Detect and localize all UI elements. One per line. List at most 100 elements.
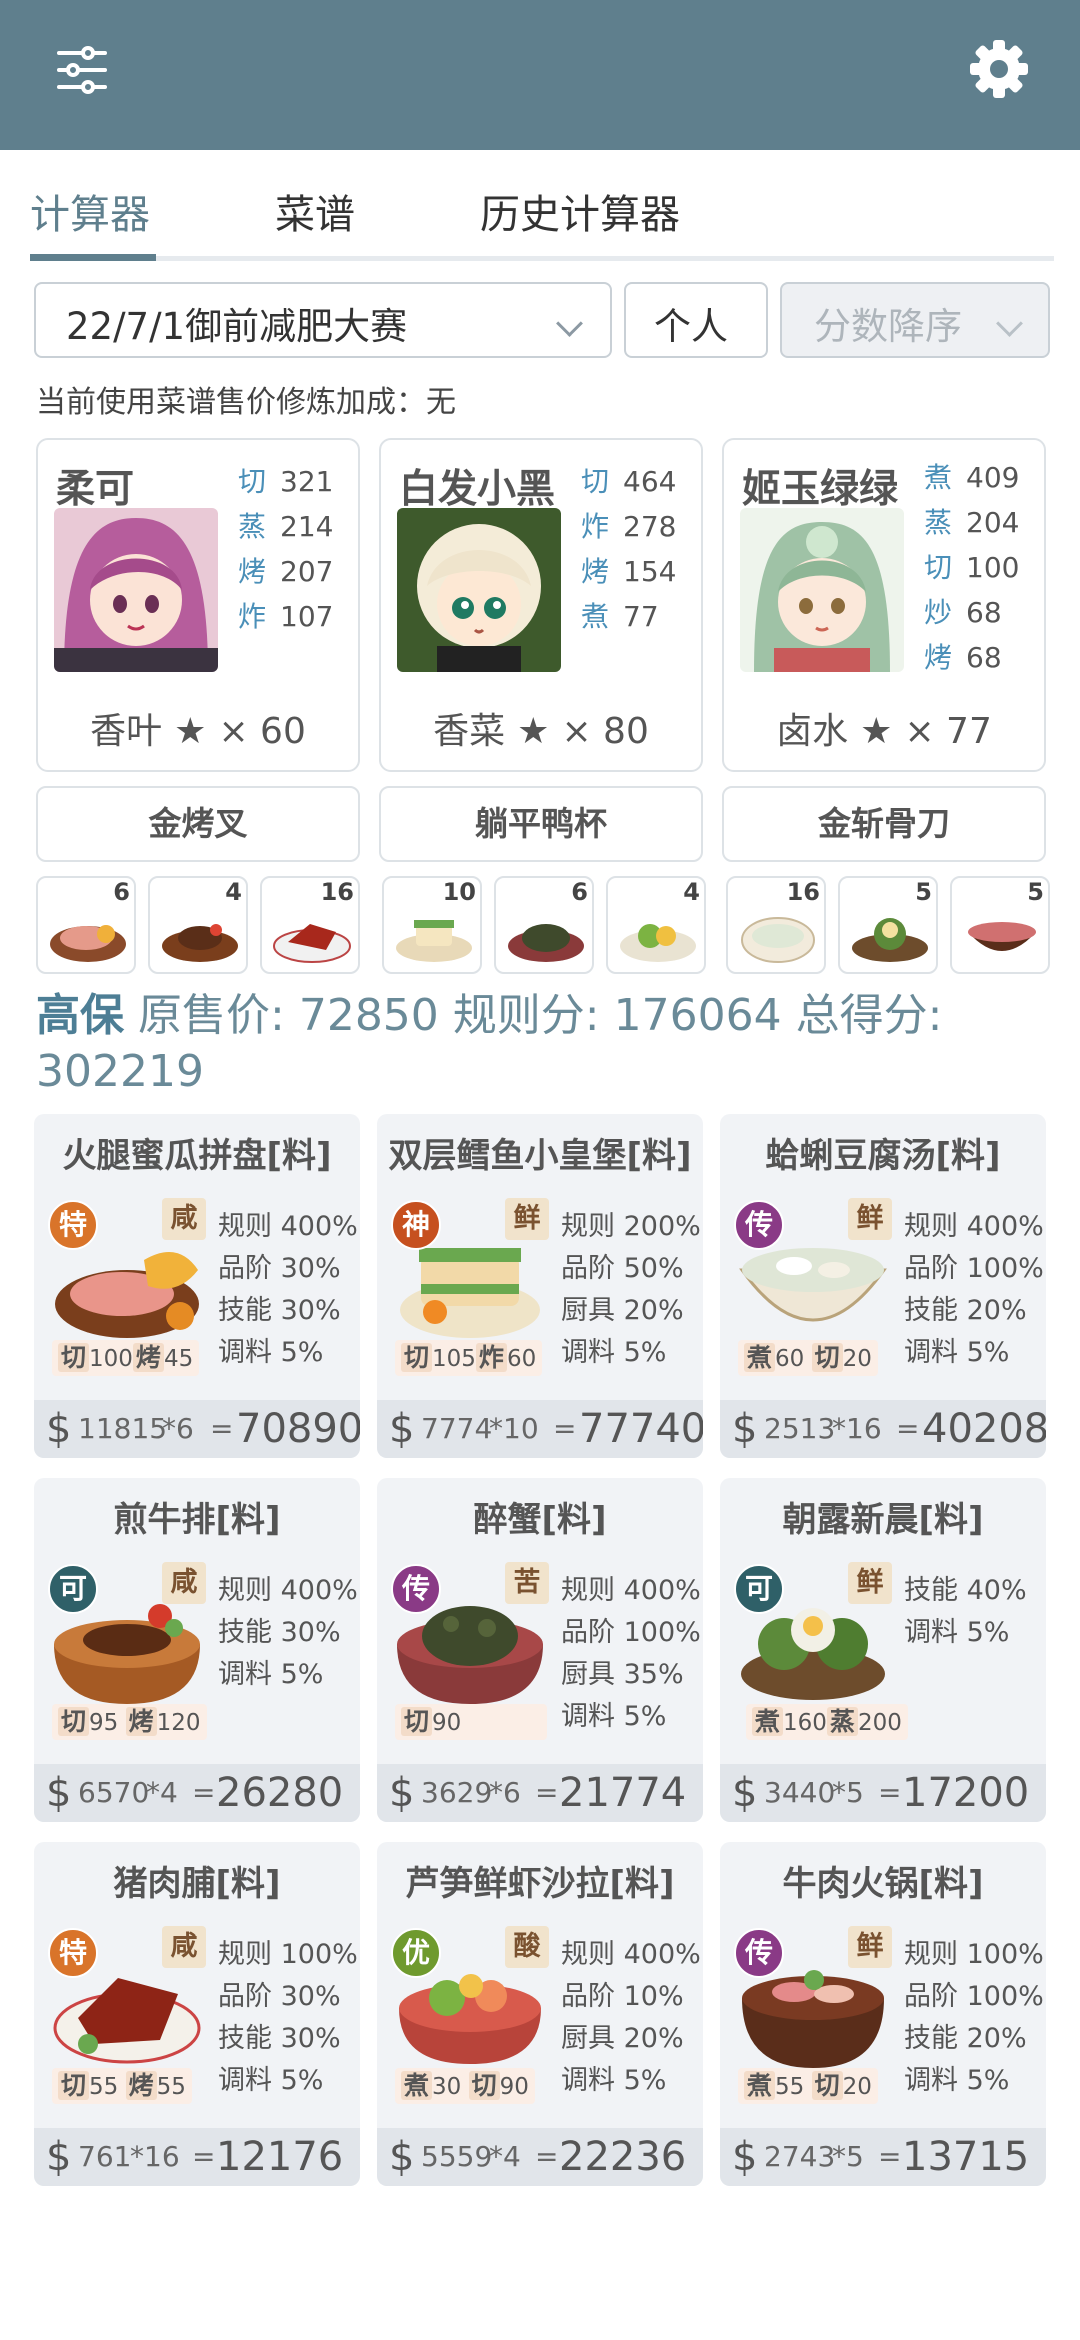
price-bar: $ 3440 *5 = 17200 [720, 1764, 1046, 1822]
recipe-name: 牛肉火锅[料] [782, 1864, 984, 1904]
chef-skill: 煮 77 [581, 600, 659, 633]
rarity-badge: 传 [734, 1928, 784, 1978]
flavor-tag: 鲜 [505, 1198, 549, 1240]
tool-button[interactable]: 金斩骨刀 [722, 786, 1046, 862]
chef-skill: 炒 68 [924, 596, 1002, 629]
bonus-line: 规则 400% [218, 1211, 358, 1242]
bonus-line: 品阶 10% [561, 1981, 684, 2012]
dish-thumb[interactable]: 4 [606, 876, 706, 974]
bonus-line: 调料 5% [218, 1337, 324, 1368]
dollar-icon: $ [389, 1770, 415, 1816]
flavor-tag: 咸 [162, 1926, 206, 1968]
mode-button-label: 个人 [654, 305, 728, 348]
tool-button[interactable]: 躺平鸭杯 [379, 786, 703, 862]
dish-thumb[interactable]: 5 [950, 876, 1050, 974]
tab-history-calculator[interactable]: 历史计算器 [480, 182, 680, 240]
tab-indicator [30, 254, 156, 261]
bonus-line: 调料 5% [218, 2065, 324, 2096]
dollar-icon: $ [46, 2134, 72, 2180]
contest-select[interactable]: 22/7/1御前减肥大赛 [34, 282, 612, 358]
equals-sign: = [878, 2140, 902, 2173]
score-chef: 高保 [36, 990, 124, 1041]
recipe-name: 蛤蜊豆腐汤[料] [765, 1136, 1001, 1176]
recipe-card[interactable]: 煎牛排[料] 可 咸 规则 400% 技能 30% 调料 5% 切 95 烤 120… [34, 1478, 360, 1822]
bonus-line: 调料 5% [904, 1337, 1010, 1368]
mode-button[interactable]: 个人 [624, 282, 768, 358]
chef-card[interactable]: 姬玉绿绿 煮 409 蒸 204 切 100 炒 68 烤 68 卤水 ★ × 77 [722, 438, 1046, 772]
chef-skill: 烤 207 [238, 555, 334, 588]
equals-sign: = [535, 2140, 559, 2173]
bonus-line: 厨具 35% [561, 1659, 684, 1690]
rarity-badge: 传 [734, 1200, 784, 1250]
recipe-name: 猪肉脯[料] [113, 1864, 281, 1904]
chevron-down-icon [996, 310, 1023, 337]
recipe-card[interactable]: 牛肉火锅[料] 传 鲜 规则 100% 品阶 100% 技能 20% 调料 5%… [720, 1842, 1046, 2186]
equals-sign: = [896, 1412, 920, 1445]
chef-skill: 切 321 [238, 465, 334, 498]
bonus-line: 技能 30% [218, 1617, 341, 1648]
rarity-badge: 特 [48, 1928, 98, 1978]
bonus-line: 规则 100% [904, 1939, 1044, 1970]
bonus-line: 品阶 100% [904, 1981, 1044, 2012]
dish-thumb[interactable]: 6 [494, 876, 594, 974]
bonus-line: 厨具 20% [561, 2023, 684, 2054]
dish-thumb[interactable]: 6 [36, 876, 136, 974]
recipe-card[interactable]: 双层鳕鱼小皇堡[料] 神 鲜 规则 200% 品阶 50% 厨具 20% 调料 … [377, 1114, 703, 1458]
sliders-icon[interactable] [56, 44, 108, 96]
bonus-line: 技能 30% [218, 2023, 341, 2054]
dollar-icon: $ [732, 1406, 758, 1452]
bonus-line: 调料 5% [904, 1617, 1010, 1648]
bonus-line: 品阶 100% [904, 1253, 1044, 1284]
bonus-line: 品阶 100% [561, 1617, 701, 1648]
chef-card[interactable]: 柔可 切 321 蒸 214 烤 207 炸 107 香叶 ★ × 60 [36, 438, 360, 772]
gear-icon[interactable] [968, 38, 1030, 100]
recipe-card[interactable]: 蛤蜊豆腐汤[料] 传 鲜 规则 400% 品阶 100% 技能 20% 调料 5… [720, 1114, 1046, 1458]
chef-avatar [740, 508, 904, 672]
recipe-total: 26280 [216, 1770, 344, 1816]
chef-condiment: 卤水 ★ × 77 [776, 711, 992, 752]
dollar-icon: $ [46, 1770, 72, 1816]
chef-card[interactable]: 白发小黑 切 464 炸 278 烤 154 煮 77 香菜 ★ × 80 [379, 438, 703, 772]
chef-skill: 蒸 214 [238, 510, 334, 543]
bonus-line: 品阶 30% [218, 1253, 341, 1284]
dish-thumb[interactable]: 16 [726, 876, 826, 974]
recipe-total: 22236 [559, 2134, 687, 2180]
chef-skill: 烤 154 [581, 555, 677, 588]
recipe-name: 火腿蜜瓜拼盘[料] [62, 1136, 332, 1176]
skill-requirement: 切 95 烤 120 [52, 1704, 207, 1740]
recipe-card[interactable]: 醉蟹[料] 传 苦 规则 400% 品阶 100% 厨具 35% 调料 5% 切… [377, 1478, 703, 1822]
dish-thumb[interactable]: 5 [838, 876, 938, 974]
price-bar: $ 761 *16 = 12176 [34, 2128, 360, 2186]
bonus-line: 调料 5% [561, 2065, 667, 2096]
price-bar: $ 3629 *6 = 21774 [377, 1764, 703, 1822]
dollar-icon: $ [46, 1406, 72, 1452]
sort-select[interactable]: 分数降序 [780, 282, 1050, 358]
recipe-card[interactable]: 芦笋鲜虾沙拉[料] 优 酸 规则 400% 品阶 10% 厨具 20% 调料 5… [377, 1842, 703, 2186]
chef-skill: 炸 107 [238, 600, 334, 633]
recipe-card[interactable]: 猪肉脯[料] 特 咸 规则 100% 品阶 30% 技能 30% 调料 5% 切… [34, 1842, 360, 2186]
score-summary: 高保 原售价: 72850 规则分: 176064 总得分: 302219 [36, 990, 943, 1097]
flavor-tag: 酸 [505, 1926, 549, 1968]
skill-requirement: 切 90 [395, 1704, 547, 1740]
recipe-total: 21774 [559, 1770, 687, 1816]
dish-thumb[interactable]: 10 [382, 876, 482, 974]
tab-recipes[interactable]: 菜谱 [275, 182, 355, 240]
recipe-total: 17200 [902, 1770, 1030, 1816]
flavor-tag: 鲜 [848, 1926, 892, 1968]
bonus-line: 技能 30% [218, 1295, 341, 1326]
dish-thumb[interactable]: 16 [260, 876, 360, 974]
star-icon: ★ [860, 711, 893, 752]
chef-name: 白发小黑 [399, 467, 556, 512]
bonus-line: 技能 40% [904, 1575, 1027, 1606]
dish-thumb[interactable]: 4 [148, 876, 248, 974]
recipe-card[interactable]: 火腿蜜瓜拼盘[料] 特 咸 规则 400% 品阶 30% 技能 30% 调料 5… [34, 1114, 360, 1458]
tab-bar: 计算器 菜谱 历史计算器 [30, 168, 1054, 264]
chef-name: 姬玉绿绿 [742, 467, 899, 512]
tool-button[interactable]: 金烤叉 [36, 786, 360, 862]
recipe-card[interactable]: 朝露新晨[料] 可 鲜 技能 40% 调料 5% 煮 160 蒸 200 $ 3440… [720, 1478, 1046, 1822]
star-icon: ★ [174, 711, 207, 752]
recipe-name: 芦笋鲜虾沙拉[料] [405, 1864, 675, 1904]
equals-sign: = [535, 1776, 559, 1809]
tab-calculator[interactable]: 计算器 [30, 182, 150, 240]
rarity-badge: 特 [48, 1200, 98, 1250]
